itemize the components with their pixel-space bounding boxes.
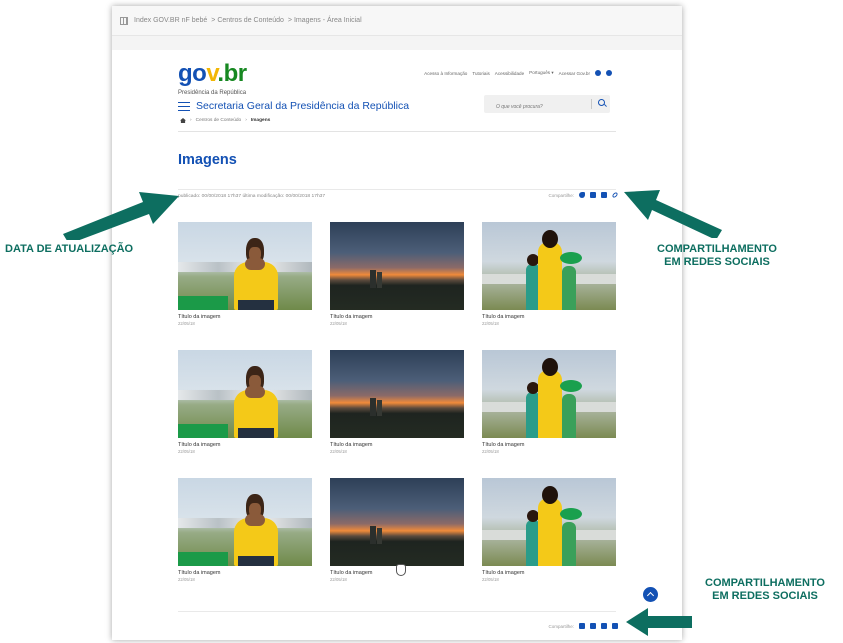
- twitter-icon[interactable]: [579, 192, 585, 198]
- share-label: Compartilhe:: [548, 192, 574, 198]
- top-link[interactable]: Acessibilidade: [495, 71, 524, 76]
- url-part[interactable]: Centros de Conteúdo: [217, 17, 284, 24]
- url-breadcrumb: Index GOV.BR nF bebé > Centros de Conteúd…: [134, 17, 362, 24]
- gallery-image[interactable]: [330, 478, 464, 566]
- facebook-icon[interactable]: [601, 192, 607, 198]
- hand-cursor-icon: [396, 564, 406, 576]
- browser-window: Index GOV.BR nF bebé > Centros de Conteúd…: [112, 6, 682, 640]
- image-date: 22/05/18: [330, 321, 347, 326]
- gallery-image[interactable]: [330, 350, 464, 438]
- top-links: Acesso à Informação Tutoriais Acessibili…: [424, 70, 612, 76]
- image-date: 22/05/18: [330, 449, 347, 454]
- annotation-share-bottom: COMPARTILHAMENTO EM REDES SOCIAIS: [705, 577, 825, 602]
- image-date: 22/05/18: [482, 449, 499, 454]
- image-title[interactable]: Título da imagem: [330, 314, 464, 320]
- gallery-card[interactable]: Título da imagem 22/05/18: [178, 478, 312, 606]
- image-title[interactable]: Título da imagem: [330, 442, 464, 448]
- login-link[interactable]: Acessar Gov.br: [559, 71, 590, 76]
- gallery-image[interactable]: [482, 222, 616, 310]
- gallery-card[interactable]: Título da imagem 22/05/18: [178, 350, 312, 478]
- top-band: [112, 36, 682, 50]
- gallery-card[interactable]: Título da imagem 22/05/18: [482, 222, 616, 350]
- top-link[interactable]: Tutoriais: [472, 71, 489, 76]
- contrast-icon[interactable]: [606, 70, 612, 76]
- url-part[interactable]: Imagens - Área Inicial: [294, 17, 362, 24]
- top-link[interactable]: Acesso à Informação: [424, 71, 467, 76]
- image-title[interactable]: Título da imagem: [482, 570, 616, 576]
- linkedin-icon[interactable]: [590, 623, 596, 629]
- share-bar-bottom: Compartilhe:: [548, 623, 618, 629]
- browser-address-bar[interactable]: Index GOV.BR nF bebé > Centros de Conteúd…: [112, 6, 682, 36]
- twitter-icon[interactable]: [579, 623, 585, 629]
- arrow-right-bottom-icon: [626, 608, 692, 636]
- govbr-logo[interactable]: gov.br: [178, 60, 247, 88]
- gallery-image[interactable]: [482, 350, 616, 438]
- image-title[interactable]: Título da imagem: [178, 570, 312, 576]
- image-title[interactable]: Título da imagem: [482, 442, 616, 448]
- image-title[interactable]: Título da imagem: [482, 314, 616, 320]
- facebook-icon[interactable]: [601, 623, 607, 629]
- annotation-update-date: DATA DE ATUALIZAÇÃO: [5, 243, 134, 255]
- page-title: Imagens: [178, 152, 237, 168]
- image-date: 22/05/18: [482, 577, 499, 582]
- user-icon[interactable]: [595, 70, 601, 76]
- presidencia-label: Presidência da República: [178, 90, 247, 96]
- share-label: Compartilhe:: [548, 623, 574, 629]
- gallery-card[interactable]: Título da imagem 22/05/18: [330, 222, 464, 350]
- gallery-card[interactable]: Título da imagem 22/05/18: [330, 350, 464, 478]
- image-date: 22/05/18: [482, 321, 499, 326]
- divider: [178, 611, 616, 612]
- image-date: 22/05/18: [330, 577, 347, 582]
- published-date: publicado: 00/00/2018 17h37 última modif…: [178, 194, 326, 199]
- image-title[interactable]: Título da imagem: [178, 314, 312, 320]
- search-divider: [591, 99, 592, 109]
- image-date: 22/05/18: [178, 577, 195, 582]
- breadcrumb-current: Imagens: [250, 118, 271, 123]
- linkedin-icon[interactable]: [590, 192, 596, 198]
- divider: [178, 131, 616, 132]
- gallery-card[interactable]: Título da imagem 22/05/18: [482, 478, 616, 606]
- site-name[interactable]: Secretaria Geral da Presidência da Repúb…: [196, 100, 409, 112]
- arrow-left-icon: [63, 192, 179, 240]
- back-to-top-button[interactable]: [643, 587, 658, 602]
- breadcrumb-item[interactable]: Centros de Conteúdo: [196, 118, 242, 123]
- arrow-right-top-icon: [624, 190, 722, 238]
- gallery-image[interactable]: [482, 478, 616, 566]
- home-icon[interactable]: [180, 118, 186, 123]
- language-select[interactable]: Português ▾: [529, 70, 554, 76]
- url-part[interactable]: Index GOV.BR nF bebé: [134, 17, 207, 24]
- image-title[interactable]: Título da imagem: [178, 442, 312, 448]
- gallery-image[interactable]: [178, 350, 312, 438]
- breadcrumb: › Centros de Conteúdo › Imagens: [180, 118, 270, 123]
- gallery-image[interactable]: [178, 222, 312, 310]
- gallery-card[interactable]: Título da imagem 22/05/18: [178, 222, 312, 350]
- divider: [178, 189, 616, 190]
- gallery-card[interactable]: Título da imagem 22/05/18: [482, 350, 616, 478]
- menu-icon[interactable]: [178, 102, 190, 111]
- link-icon[interactable]: [611, 191, 619, 199]
- search-input[interactable]: [484, 98, 584, 116]
- gallery-image[interactable]: [178, 478, 312, 566]
- share-bar-top: Compartilhe:: [548, 191, 619, 199]
- grid-icon[interactable]: [120, 16, 128, 25]
- gallery-card[interactable]: Título da imagem 22/05/18: [330, 478, 464, 606]
- search-icon[interactable]: [598, 99, 605, 106]
- image-gallery: Título da imagem 22/05/18 Título da imagem…: [178, 222, 616, 606]
- annotation-share-top: COMPARTILHAMENTO EM REDES SOCIAIS: [657, 243, 777, 268]
- gallery-image[interactable]: [330, 222, 464, 310]
- link-icon[interactable]: [612, 623, 618, 629]
- site-header: gov.br Presidência da República Secretar…: [112, 50, 682, 120]
- search-box: [484, 95, 610, 116]
- image-date: 22/05/18: [178, 449, 195, 454]
- image-date: 22/05/18: [178, 321, 195, 326]
